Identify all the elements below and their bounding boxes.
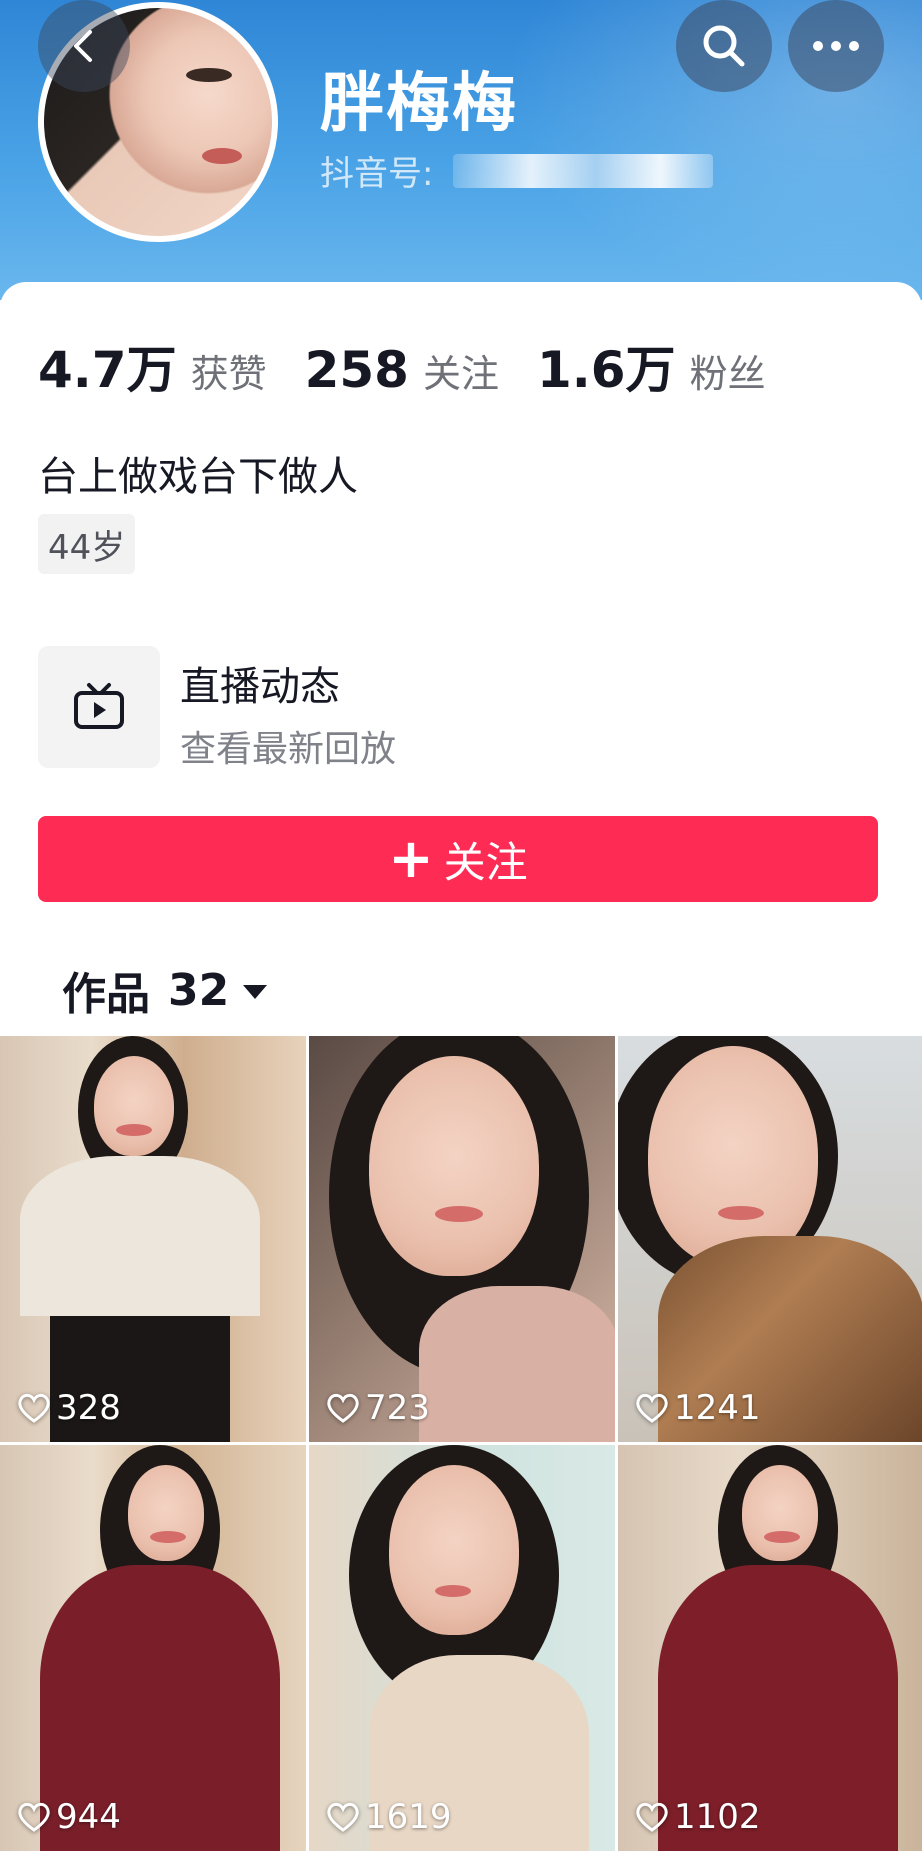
like-count: 1619 [325, 1797, 452, 1837]
lips-shape [764, 1531, 800, 1543]
works-count: 32 [168, 964, 230, 1016]
face-shape [94, 1056, 174, 1156]
like-count-value: 1619 [365, 1797, 452, 1837]
stat-followers-label: 粉丝 [689, 352, 766, 396]
lips-shape [435, 1585, 471, 1597]
video-thumbnail[interactable]: 1241 [618, 1036, 922, 1442]
like-count: 944 [16, 1797, 121, 1837]
chevron-left-icon [74, 30, 92, 62]
lips-shape [116, 1124, 152, 1136]
tab-works[interactable]: 作品 32 [62, 958, 268, 1022]
video-thumbnail[interactable]: 944 [0, 1445, 306, 1851]
age-tag: 44岁 [38, 514, 136, 574]
face-shape [128, 1465, 204, 1561]
live-subtitle: 查看最新回放 [180, 729, 397, 770]
avatar-eye [186, 68, 232, 82]
heart-icon [18, 1393, 50, 1423]
search-icon [703, 25, 745, 67]
like-count-value: 723 [365, 1388, 430, 1428]
like-count-value: 1241 [674, 1388, 761, 1428]
heart-icon [18, 1802, 50, 1832]
more-button[interactable] [788, 0, 884, 92]
like-count: 1102 [634, 1797, 761, 1837]
follow-button[interactable]: + 关注 [38, 816, 878, 902]
like-count-value: 944 [56, 1797, 121, 1837]
douyin-id-value-blurred [453, 153, 714, 188]
like-count: 1241 [634, 1388, 761, 1428]
live-title[interactable]: 直播动态 [180, 654, 340, 712]
face-shape [389, 1465, 519, 1635]
stat-following[interactable]: 258 关注 [305, 341, 499, 399]
like-count: 328 [16, 1388, 121, 1428]
heart-icon [636, 1393, 668, 1423]
video-thumbnail[interactable]: 1619 [309, 1445, 615, 1851]
back-button[interactable] [38, 0, 130, 92]
face-shape [742, 1465, 818, 1561]
stat-followers-value: 1.6万 [536, 341, 676, 399]
more-icon [813, 41, 859, 51]
face-shape [648, 1046, 818, 1266]
stat-likes[interactable]: 4.7万 获赞 [38, 330, 267, 402]
video-thumbnail[interactable]: 1102 [618, 1445, 922, 1851]
douyin-id[interactable]: 抖音号: [320, 146, 714, 195]
live-entry-icon-box[interactable] [38, 646, 160, 768]
video-thumbnail[interactable]: 723 [309, 1036, 615, 1442]
lips-shape [718, 1206, 764, 1220]
like-count-value: 1102 [674, 1797, 761, 1837]
tv-icon [74, 683, 124, 729]
lips-shape [150, 1531, 186, 1543]
heart-icon [327, 1393, 359, 1423]
top-shape [419, 1286, 615, 1442]
stat-likes-value: 4.7万 [38, 341, 177, 399]
douyin-id-label: 抖音号: [320, 154, 434, 194]
stat-following-label: 关注 [422, 352, 499, 396]
stats-row: 4.7万 获赞 258 关注 1.6万 粉丝 [38, 330, 804, 402]
works-label: 作品 [62, 969, 150, 1020]
plus-icon: + [388, 827, 434, 890]
bio: 台上做戏台下做人 [38, 454, 358, 500]
lace-top-shape [20, 1156, 260, 1316]
search-button[interactable] [676, 0, 772, 92]
profile-name: 胖梅梅 [320, 67, 518, 141]
heart-icon [636, 1802, 668, 1832]
follow-button-label: 关注 [443, 837, 528, 887]
stat-followers[interactable]: 1.6万 粉丝 [537, 330, 766, 402]
lips-shape [435, 1206, 483, 1222]
like-count-value: 328 [56, 1388, 121, 1428]
avatar-lip [202, 148, 242, 164]
video-thumbnail[interactable]: 328 [0, 1036, 306, 1442]
caret-down-icon [243, 985, 268, 999]
heart-icon [327, 1802, 359, 1832]
stat-following-value: 258 [304, 341, 409, 399]
stat-likes-label: 获赞 [190, 352, 267, 396]
like-count: 723 [325, 1388, 430, 1428]
face-shape [369, 1056, 539, 1276]
